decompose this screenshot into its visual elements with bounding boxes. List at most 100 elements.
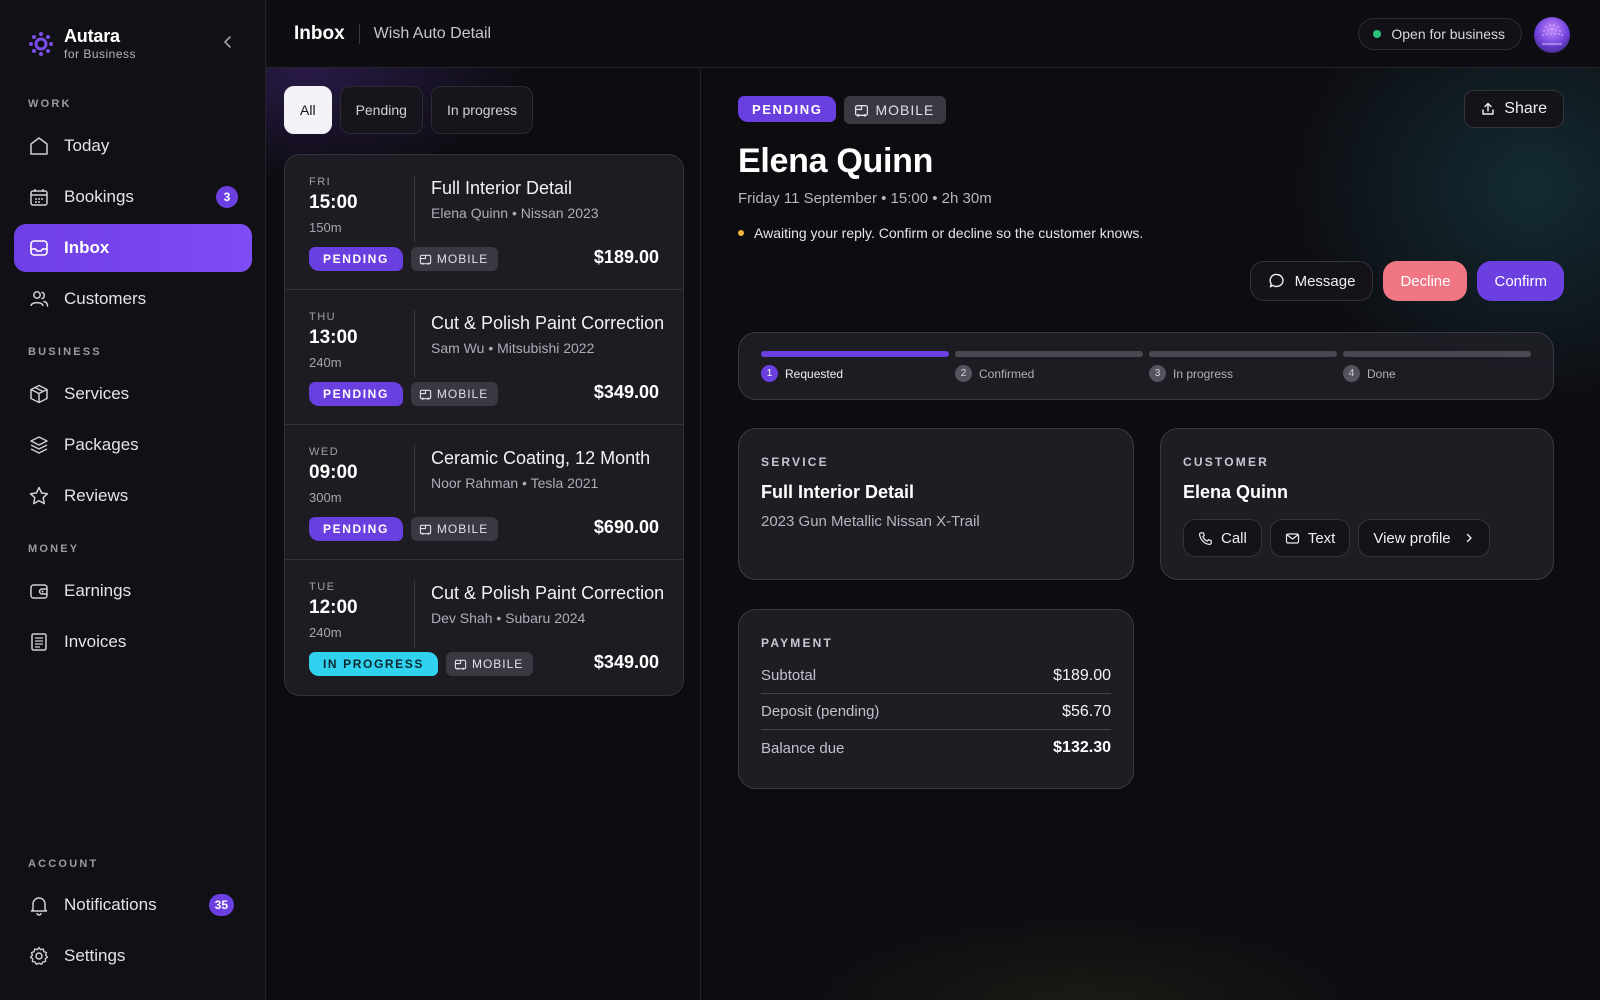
booking-actions: Message Decline Confirm [1249,261,1564,301]
payment-section-label: PAYMENT [761,636,834,650]
customer-name-heading: Elena Quinn [738,142,934,180]
payment-row-label: Deposit (pending) [761,703,880,720]
step-number: 2 [955,365,972,382]
step-number: 1 [761,365,778,382]
booking-time: 15:00 [309,192,358,213]
step-bar [761,351,949,357]
booking-time: 13:00 [309,327,358,348]
business-status-label: Open for business [1391,26,1505,42]
van-icon [419,524,432,535]
message-button[interactable]: Message [1249,261,1374,301]
service-panel: SERVICE Full Interior Detail 2023 Gun Me… [738,428,1134,580]
layers-icon [28,434,50,456]
filter-in-progress[interactable]: In progress [430,86,533,134]
van-icon [419,389,432,400]
sidebar-item-reviews[interactable]: Reviews [14,472,252,520]
collapse-sidebar-chevron-left-icon[interactable] [220,34,236,50]
sidebar-item-inbox[interactable]: Inbox [14,224,252,272]
sidebar-item-invoices[interactable]: Invoices [14,618,252,666]
step-label: Requested [785,366,844,381]
progress-step-confirmed: 2 Confirmed [955,351,1143,382]
booking-price: $349.00 [593,382,659,402]
sidebar-item-bookings[interactable]: Bookings 3 [14,173,252,221]
payment-panel: PAYMENT Subtotal $189.00 Deposit (pendin… [738,609,1134,789]
bell-icon [28,894,50,916]
service-title: Full Interior Detail [761,482,915,502]
call-label: Call [1221,529,1247,547]
step-number: 3 [1149,365,1166,382]
payment-row-deposit: Deposit (pending) $56.70 [761,694,1111,730]
filter-pending[interactable]: Pending [339,86,423,134]
sidebar-item-label: Today [64,136,110,155]
van-icon [454,659,467,670]
step-bar [1343,351,1531,357]
sidebar-item-label: Bookings [64,187,134,206]
booking-title: Ceramic Coating, 12 Month [431,448,651,468]
location-badge: MOBILE [445,652,534,676]
share-button[interactable]: Share [1464,90,1564,128]
confirm-button[interactable]: Confirm [1477,261,1564,301]
booking-day: FRI [309,176,332,188]
home-icon [28,135,50,157]
card-divider [414,175,415,243]
text-label: Text [1307,529,1336,547]
location-badge: MOBILE [410,247,499,271]
booking-duration: 300m [309,490,342,505]
brand-name: Autara [64,26,120,46]
step-label: Done [1367,366,1396,381]
brand[interactable]: Autara for Business [28,27,136,60]
call-button[interactable]: Call [1183,519,1262,557]
booking-day: WED [309,446,340,458]
avatar[interactable] [1534,17,1570,53]
text-button[interactable]: Text [1269,519,1351,557]
sidebar-item-label: Packages [64,435,139,454]
sidebar-item-earnings[interactable]: Earnings [14,567,252,615]
sidebar-item-customers[interactable]: Customers [14,275,252,323]
status-badge: PENDING [309,382,403,406]
sidebar-item-label: Inbox [64,238,110,257]
booking-price: $690.00 [593,517,659,537]
sidebar-item-label: Invoices [64,632,127,651]
view-profile-label: View profile [1373,529,1451,547]
brand-logo-icon [29,31,53,56]
bookings-count-badge: 3 [216,186,238,208]
business-status-toggle[interactable]: Open for business [1358,18,1522,50]
sidebar-item-settings[interactable]: Settings [14,932,252,980]
booking-duration: 150m [309,220,342,235]
wallet-icon [28,580,50,602]
box-icon [28,383,50,405]
section-money: MONEY [28,543,80,555]
sidebar-item-packages[interactable]: Packages [14,421,252,469]
booking-meta: Dev Shah • Subaru 2024 [431,610,586,626]
star-icon [28,485,50,507]
filter-all[interactable]: All [284,86,332,134]
booking-list-pane: All Pending In progress FRI 15:00 150m F… [266,68,701,1000]
status-badge: PENDING [309,247,403,271]
progress-step-requested: 1 Requested [761,351,949,382]
status-dot-icon [1373,30,1382,38]
vehicle-description: 2023 Gun Metallic Nissan X-Trail [761,513,980,530]
awaiting-reply-notice: Awaiting your reply. Confirm or decline … [738,225,1143,241]
sidebar-item-today[interactable]: Today [14,122,252,170]
booking-card[interactable]: TUE 12:00 240m Cut & Polish Paint Correc… [285,560,683,695]
view-profile-button[interactable]: View profile [1358,519,1490,557]
decline-button[interactable]: Decline [1383,261,1468,301]
booking-time: 12:00 [309,597,358,618]
booking-duration: 240m [309,355,342,370]
sidebar-item-label: Customers [64,289,147,308]
title-divider [358,23,360,44]
sidebar-item-notifications[interactable]: Notifications 35 [14,881,252,929]
booking-card[interactable]: FRI 15:00 150m Full Interior Detail Elen… [285,155,683,290]
van-icon [855,104,869,117]
booking-title: Full Interior Detail [431,178,573,198]
section-account: ACCOUNT [28,858,99,870]
booking-card[interactable]: THU 13:00 240m Cut & Polish Paint Correc… [285,290,683,425]
phone-icon [1199,531,1212,545]
sidebar-item-services[interactable]: Services [14,370,252,418]
calendar-icon [28,186,50,208]
booking-card[interactable]: WED 09:00 300m Ceramic Coating, 12 Month… [285,425,683,560]
payment-row-label: Subtotal [761,667,817,684]
booking-title: Cut & Polish Paint Correction [431,583,665,603]
step-label: In progress [1173,366,1234,381]
payment-row-value: $132.30 [1053,739,1111,756]
